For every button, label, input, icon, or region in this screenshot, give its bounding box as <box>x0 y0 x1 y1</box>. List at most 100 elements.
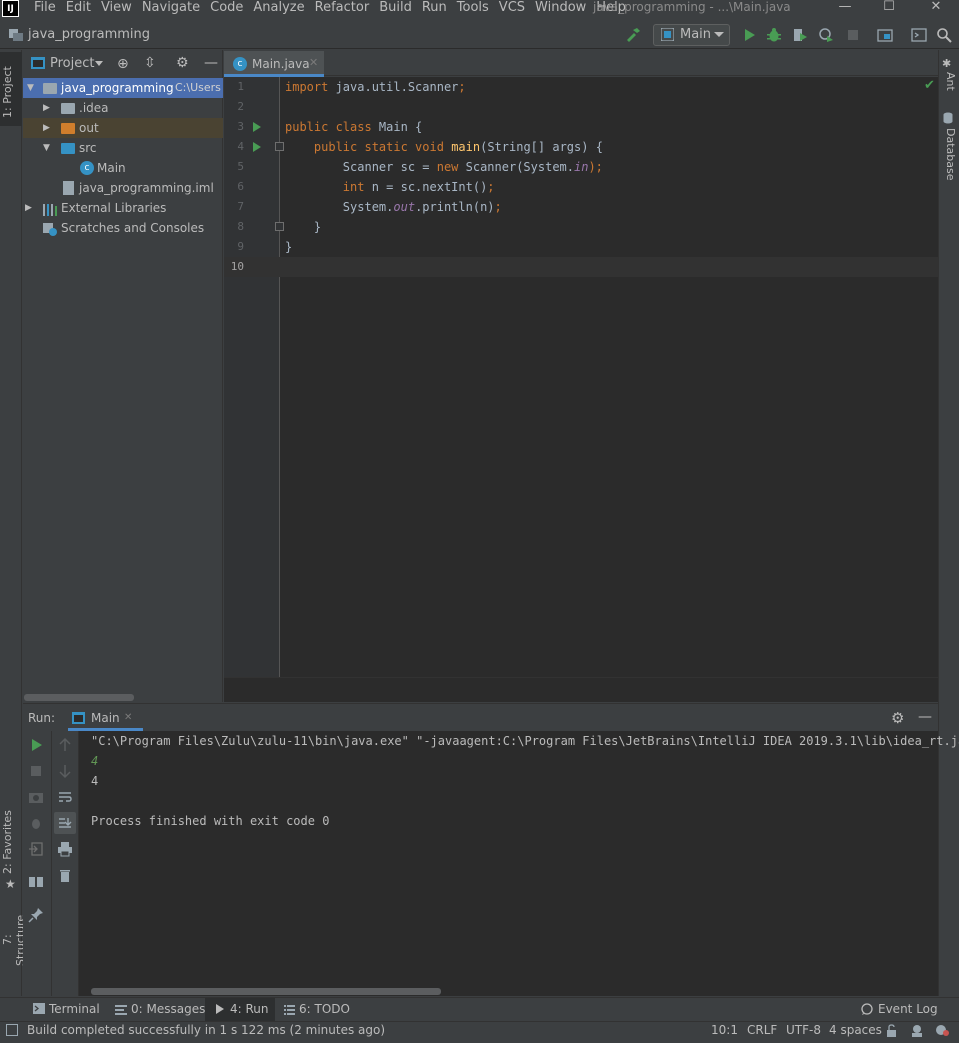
scroll-to-end-icon[interactable] <box>57 815 73 831</box>
tree-item-main[interactable]: c Main <box>23 158 223 178</box>
code-line-4: public static void main(String[] args) { <box>285 137 603 157</box>
stop-icon[interactable] <box>845 27 861 43</box>
trash-icon[interactable] <box>57 867 73 883</box>
down-arrow-icon[interactable] <box>57 763 73 779</box>
layout-icon[interactable] <box>28 874 44 890</box>
tree-item-external-libraries[interactable]: ▶ External Libraries <box>23 198 223 218</box>
memory-indicator-icon[interactable] <box>934 1023 950 1037</box>
code-token: .println(n) <box>415 200 495 214</box>
menu-file[interactable]: File <box>34 0 56 17</box>
lock-open-icon[interactable] <box>886 1024 898 1037</box>
console-output[interactable] <box>79 731 938 996</box>
rerun-icon[interactable] <box>28 737 44 753</box>
line-number: 3 <box>237 120 244 133</box>
code-line-5: Scanner sc = new Scanner(System.in); <box>285 157 603 177</box>
maximize-button[interactable]: ☐ <box>879 0 899 15</box>
tool-tab-messages[interactable]: 0: Messages <box>131 1002 205 1016</box>
menu-window[interactable]: Window <box>535 0 586 17</box>
tool-tab-todo[interactable]: 6: TODO <box>299 1002 350 1016</box>
indent-setting[interactable]: 4 spaces <box>829 1023 882 1037</box>
gear-icon[interactable]: ⚙ <box>176 55 189 71</box>
project-horizontal-scrollbar[interactable] <box>24 694 134 701</box>
collapsed-arrow-icon: ▶ <box>43 103 50 113</box>
fold-icon[interactable] <box>275 222 284 231</box>
tree-item-java-programming[interactable]: ▼ java_programming C:\Users <box>23 78 223 98</box>
tool-windows-toggle-icon[interactable] <box>6 1024 18 1036</box>
camera-icon[interactable] <box>28 789 44 805</box>
tree-item-scratches[interactable]: Scratches and Consoles <box>23 218 223 238</box>
line-number: 1 <box>237 80 244 93</box>
search-everywhere-icon[interactable] <box>936 27 952 43</box>
menu-refactor[interactable]: Refactor <box>315 0 370 17</box>
scratches-icon <box>43 222 57 236</box>
menu-code[interactable]: Code <box>210 0 243 17</box>
console-line: 4 <box>91 774 99 788</box>
menu-navigate[interactable]: Navigate <box>142 0 200 17</box>
code-token: import <box>285 80 329 94</box>
chevron-down-icon <box>714 32 724 37</box>
stop-icon[interactable] <box>28 763 44 779</box>
breadcrumb-project[interactable]: java_programming <box>28 27 150 42</box>
menu-edit[interactable]: Edit <box>66 0 91 17</box>
project-folder-icon <box>9 29 23 41</box>
up-arrow-icon[interactable] <box>57 737 73 753</box>
project-view-select[interactable]: Project <box>50 56 94 71</box>
run-with-coverage-icon[interactable] <box>792 27 808 43</box>
status-message[interactable]: Build completed successfully in 1 s 122 … <box>27 1023 385 1037</box>
tree-item-src[interactable]: ▼ src <box>23 138 223 158</box>
profiler-icon[interactable] <box>818 27 834 43</box>
tree-item-label: Scratches and Consoles <box>61 221 205 235</box>
terminal-toggle-icon[interactable] <box>911 27 927 43</box>
tool-tab-run[interactable]: 4: Run <box>230 1002 269 1016</box>
collapse-all-icon[interactable]: ⇳ <box>144 55 156 71</box>
tree-item-idea[interactable]: ▶ .idea <box>23 98 223 118</box>
locate-target-icon[interactable]: ⊕ <box>117 56 129 72</box>
tool-tab-terminal[interactable]: Terminal <box>49 1002 100 1016</box>
code-token: ; <box>494 200 502 214</box>
current-line-highlight <box>224 257 938 277</box>
tree-item-iml[interactable]: java_programming.iml <box>23 178 223 198</box>
tab-project-tool[interactable]: 1: Project <box>1 60 21 124</box>
tab-database-tool[interactable]: Database <box>941 128 957 188</box>
code-token: } <box>285 220 322 234</box>
tab-favorites-tool[interactable]: 2: Favorites <box>1 810 21 874</box>
gear-icon[interactable]: ⚙ <box>891 709 904 727</box>
run-icon[interactable] <box>741 27 757 43</box>
run-class-gutter-icon[interactable] <box>253 122 261 132</box>
tab-ant-tool[interactable]: Ant <box>941 72 957 94</box>
inspector-icon[interactable] <box>910 1024 924 1037</box>
exit-icon[interactable] <box>28 841 44 857</box>
pin-icon[interactable] <box>28 907 44 923</box>
fold-icon[interactable] <box>275 142 284 151</box>
hide-panel-icon[interactable]: — <box>918 709 932 725</box>
hide-panel-icon[interactable]: — <box>204 55 218 71</box>
messages-icon <box>115 1004 127 1015</box>
tree-item-out[interactable]: ▶ out <box>23 118 223 138</box>
menu-tools[interactable]: Tools <box>457 0 489 17</box>
close-button[interactable]: ✕ <box>926 0 946 15</box>
caret-position[interactable]: 10:1 <box>711 1023 738 1037</box>
menu-analyze[interactable]: Analyze <box>253 0 304 17</box>
build-hammer-icon[interactable] <box>625 27 641 43</box>
close-tab-icon[interactable]: ✕ <box>124 712 132 723</box>
close-tab-icon[interactable]: ✕ <box>309 56 318 69</box>
tree-item-label: java_programming <box>61 81 174 95</box>
debug-bug-icon[interactable] <box>28 815 44 831</box>
menu-run[interactable]: Run <box>422 0 447 17</box>
debug-icon[interactable] <box>766 27 782 43</box>
minimize-button[interactable]: — <box>835 0 855 15</box>
print-icon[interactable] <box>57 841 73 857</box>
menu-vcs[interactable]: VCS <box>499 0 525 17</box>
menu-build[interactable]: Build <box>379 0 412 17</box>
soft-wrap-icon[interactable] <box>57 789 73 805</box>
run-method-gutter-icon[interactable] <box>253 142 261 152</box>
menu-view[interactable]: View <box>101 0 132 17</box>
line-separator[interactable]: CRLF <box>747 1023 777 1037</box>
tool-tab-event-log[interactable]: Event Log <box>878 1002 938 1016</box>
file-encoding[interactable]: UTF-8 <box>786 1023 821 1037</box>
project-structure-icon[interactable] <box>877 27 893 43</box>
chevron-down-icon[interactable] <box>95 61 103 66</box>
tab-structure-tool[interactable]: 7: Structure <box>1 908 27 972</box>
console-horizontal-scrollbar[interactable] <box>91 988 441 995</box>
event-log-icon <box>861 1003 873 1015</box>
